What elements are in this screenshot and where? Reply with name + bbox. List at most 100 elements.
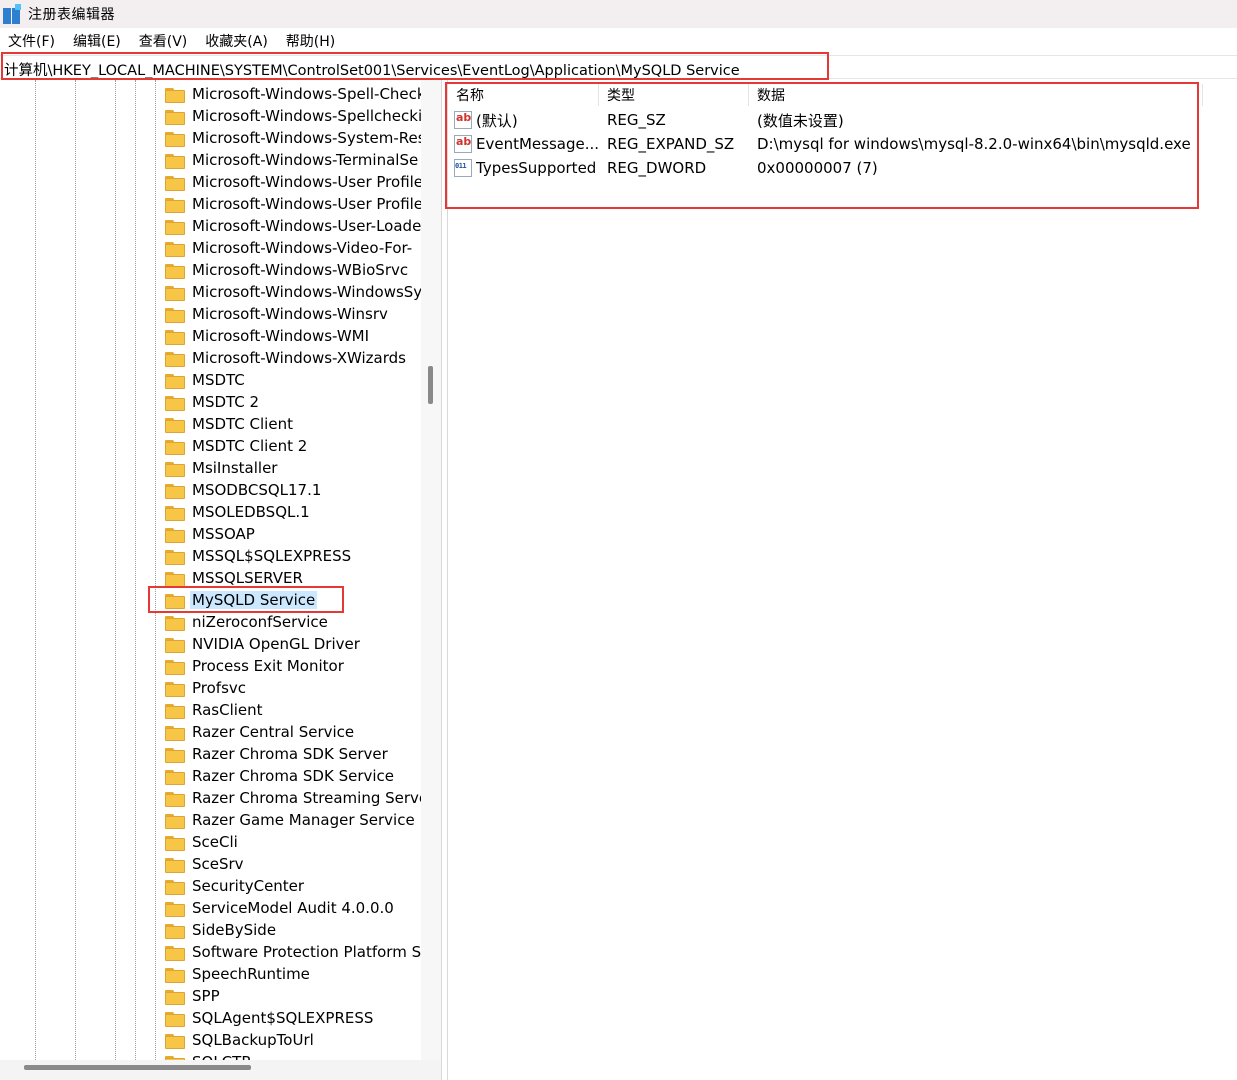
tree-item[interactable]: Razer Chroma Streaming Server xyxy=(164,787,422,809)
tree-item[interactable]: Razer Chroma SDK Server xyxy=(164,743,422,765)
folder-icon xyxy=(164,504,185,521)
tree-item[interactable]: MSSQL$SQLEXPRESS xyxy=(164,545,422,567)
tree-item[interactable]: Razer Chroma SDK Service xyxy=(164,765,422,787)
tree-item-label: MSSOAP xyxy=(192,525,255,543)
menu-edit[interactable]: 编辑(E) xyxy=(73,31,121,51)
tree-item-label: MySQLD Service xyxy=(190,591,318,609)
tree-item[interactable]: MSSOAP xyxy=(164,523,422,545)
folder-icon xyxy=(164,130,185,147)
tree-item-label: Microsoft-Windows-Winsrv xyxy=(192,305,388,323)
tree-item-label: Razer Chroma SDK Server xyxy=(192,745,388,763)
tree-item[interactable]: Microsoft-Windows-System-Res xyxy=(164,127,422,149)
tree-item[interactable]: MSDTC Client 2 xyxy=(164,435,422,457)
tree-item[interactable]: Microsoft-Windows-TerminalSe xyxy=(164,149,422,171)
value-name: EventMessage... xyxy=(476,135,600,153)
tree-item[interactable]: ServiceModel Audit 4.0.0.0 xyxy=(164,897,422,919)
folder-icon xyxy=(164,988,185,1005)
tree-item[interactable]: Microsoft-Windows-WindowsSy xyxy=(164,281,422,303)
tree-item[interactable]: Software Protection Platform Se xyxy=(164,941,422,963)
folder-icon xyxy=(164,922,185,939)
tree-item-label: Software Protection Platform Se xyxy=(192,943,422,961)
tree-guide-line xyxy=(135,80,136,1060)
value-row[interactable]: EventMessage... REG_EXPAND_SZ D:\mysql f… xyxy=(454,132,1214,156)
tree-item[interactable]: Microsoft-Windows-User-Loade xyxy=(164,215,422,237)
tree-item[interactable]: SceCli xyxy=(164,831,422,853)
tree-item[interactable]: Razer Central Service xyxy=(164,721,422,743)
tree-item-label: MSODBCSQL17.1 xyxy=(192,481,322,499)
menu-help[interactable]: 帮助(H) xyxy=(286,31,335,51)
folder-icon xyxy=(164,86,185,103)
tree-item[interactable]: SQLBackupToUrl xyxy=(164,1029,422,1051)
folder-icon xyxy=(164,196,185,213)
tree-guide-line xyxy=(155,80,156,1060)
tree-item[interactable]: MsiInstaller xyxy=(164,457,422,479)
value-type: REG_DWORD xyxy=(607,159,707,177)
tree-item-label: SideBySide xyxy=(192,921,277,939)
tree-item-label: Microsoft-Windows-User Profile xyxy=(192,195,422,213)
tree-item[interactable]: MSDTC Client xyxy=(164,413,422,435)
values-pane[interactable]: 名称 类型 数据 (默认) REG_SZ (数值未设置) EventMessag… xyxy=(447,80,1237,1080)
address-path[interactable]: 计算机\HKEY_LOCAL_MACHINE\SYSTEM\ControlSet… xyxy=(4,59,740,80)
tree-item[interactable]: NVIDIA OpenGL Driver xyxy=(164,633,422,655)
tree-item[interactable]: Process Exit Monitor xyxy=(164,655,422,677)
binary-value-icon xyxy=(454,159,472,177)
tree-item[interactable]: SQLAgent$SQLEXPRESS xyxy=(164,1007,422,1029)
tree-item[interactable]: MSOLEDBSQL.1 xyxy=(164,501,422,523)
tree-item[interactable]: MySQLD Service xyxy=(164,589,422,611)
tree-vertical-scrollbar[interactable] xyxy=(421,80,441,1060)
tree-item-label: niZeroconfService xyxy=(192,613,328,631)
tree-item[interactable]: Microsoft-Windows-WBioSrvc xyxy=(164,259,422,281)
folder-icon xyxy=(164,460,185,477)
value-type: REG_SZ xyxy=(607,111,666,129)
tree-item-label: Profsvc xyxy=(192,679,247,697)
value-row[interactable]: TypesSupported REG_DWORD 0x00000007 (7) xyxy=(454,156,1214,180)
tree-item[interactable]: SideBySide xyxy=(164,919,422,941)
menu-view[interactable]: 查看(V) xyxy=(139,31,188,51)
tree-item[interactable]: Microsoft-Windows-User Profile xyxy=(164,193,422,215)
tree-item[interactable]: SceSrv xyxy=(164,853,422,875)
column-header-name[interactable]: 名称 xyxy=(448,84,599,106)
tree-horizontal-scrollbar[interactable] xyxy=(0,1060,441,1080)
string-value-icon xyxy=(454,111,472,129)
tree-item[interactable]: SPP xyxy=(164,985,422,1007)
tree-item[interactable]: Microsoft-Windows-Winsrv xyxy=(164,303,422,325)
tree-item[interactable]: Microsoft-Windows-Spell-Check xyxy=(164,83,422,105)
folder-icon xyxy=(164,416,185,433)
tree-item[interactable]: Microsoft-Windows-WMI xyxy=(164,325,422,347)
folder-icon xyxy=(164,372,185,389)
tree-item-label: Microsoft-Windows-User-Loade xyxy=(192,217,422,235)
tree-item[interactable]: Razer Game Manager Service xyxy=(164,809,422,831)
folder-icon xyxy=(164,1032,185,1049)
column-header-type[interactable]: 类型 xyxy=(599,84,749,106)
tree-item[interactable]: Microsoft-Windows-User Profile xyxy=(164,171,422,193)
tree-pane[interactable]: Microsoft-Windows-Spell-Check Microsoft-W… xyxy=(0,80,442,1080)
tree-item-label: Microsoft-Windows-WMI xyxy=(192,327,370,345)
folder-icon xyxy=(164,944,185,961)
tree-item[interactable]: MSDTC 2 xyxy=(164,391,422,413)
tree-item-label: Microsoft-Windows-Spellchecki xyxy=(192,107,422,125)
tree-item[interactable]: SpeechRuntime xyxy=(164,963,422,985)
menu-favorites[interactable]: 收藏夹(A) xyxy=(205,31,268,51)
tree-item[interactable]: Microsoft-Windows-Video-For- xyxy=(164,237,422,259)
tree-vertical-scroll-thumb[interactable] xyxy=(428,366,433,404)
registry-editor-icon xyxy=(2,4,22,24)
column-header-data[interactable]: 数据 xyxy=(749,84,1203,106)
value-row[interactable]: (默认) REG_SZ (数值未设置) xyxy=(454,108,1214,132)
tree-item[interactable]: RasClient xyxy=(164,699,422,721)
tree-item[interactable]: Microsoft-Windows-XWizards xyxy=(164,347,422,369)
address-bar[interactable]: 计算机\HKEY_LOCAL_MACHINE\SYSTEM\ControlSet… xyxy=(0,55,1237,79)
folder-icon xyxy=(164,702,185,719)
folder-icon xyxy=(164,548,185,565)
tree-item[interactable]: MSODBCSQL17.1 xyxy=(164,479,422,501)
tree-item-label: Razer Central Service xyxy=(192,723,355,741)
tree-item[interactable]: MSSQLSERVER xyxy=(164,567,422,589)
menu-file[interactable]: 文件(F) xyxy=(8,31,55,51)
tree-item[interactable]: MSDTC xyxy=(164,369,422,391)
tree-item[interactable]: Microsoft-Windows-Spellchecki xyxy=(164,105,422,127)
tree-horizontal-scroll-thumb[interactable] xyxy=(24,1065,251,1070)
tree-item-label: RasClient xyxy=(192,701,263,719)
tree-item[interactable]: Profsvc xyxy=(164,677,422,699)
tree-item[interactable]: niZeroconfService xyxy=(164,611,422,633)
tree-item[interactable]: SecurityCenter xyxy=(164,875,422,897)
folder-icon xyxy=(164,218,185,235)
